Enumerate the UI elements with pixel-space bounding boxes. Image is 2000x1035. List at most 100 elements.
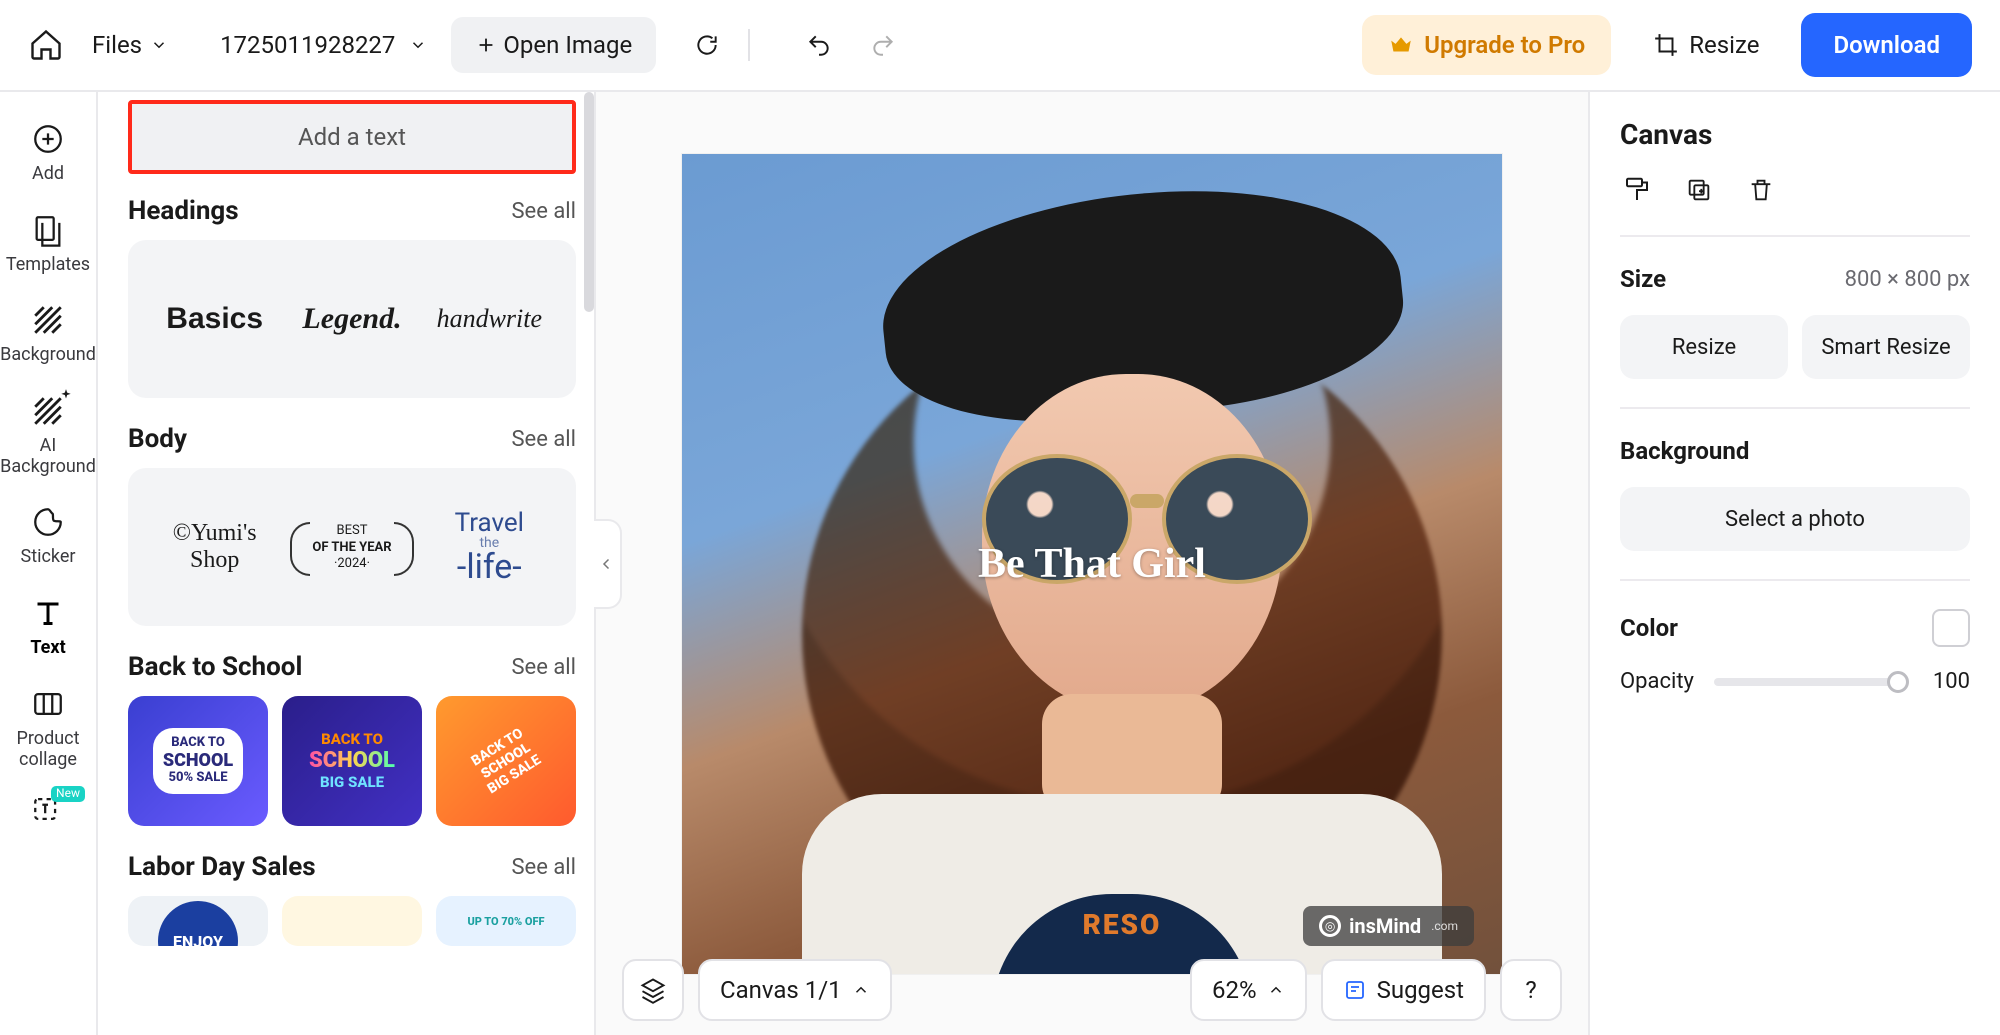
canvas-viewport[interactable]: RESO Be That Girl ◎ insMind.com — [596, 92, 1588, 1035]
opacity-slider[interactable] — [1714, 678, 1898, 686]
bts-tile-2[interactable]: BACK TO SCHOOL BIG SALE — [282, 696, 422, 826]
bts-tile-1[interactable]: BACK TO SCHOOL 50% SALE — [128, 696, 268, 826]
artboard[interactable]: RESO Be That Girl ◎ insMind.com — [682, 154, 1502, 974]
labor-tile-3[interactable]: UP TO 70% OFF — [436, 896, 576, 946]
open-image-button[interactable]: Open Image — [451, 17, 656, 73]
labor-tile-2[interactable] — [282, 896, 422, 946]
canvas-tool-row — [1620, 173, 1970, 207]
watermark-icon: ◎ — [1319, 915, 1341, 937]
help-label: ? — [1525, 976, 1536, 1004]
smart-resize-label: Smart Resize — [1821, 335, 1950, 360]
download-label: Download — [1833, 31, 1940, 59]
paint-format-icon[interactable] — [1620, 173, 1654, 207]
rail-item-templates[interactable]: Templates — [0, 201, 96, 286]
chevron-left-icon — [598, 555, 616, 573]
canvas-bottom-bar: Canvas 1/1 62% Suggest ? — [596, 959, 1588, 1021]
ai-hatch-icon — [29, 392, 67, 430]
headings-see-all[interactable]: See all — [511, 199, 576, 224]
bts-tile-3[interactable]: BACK TO SCHOOL BIG SALE — [436, 696, 576, 826]
hatch-icon — [29, 301, 67, 339]
bts2-l3: BIG SALE — [320, 774, 384, 791]
undo-button[interactable] — [806, 32, 832, 58]
resize-top-button[interactable]: Resize — [1653, 31, 1759, 59]
duplicate-icon[interactable] — [1682, 173, 1716, 207]
bts2-l1: BACK TO — [321, 731, 383, 748]
resize-button[interactable]: Resize — [1620, 315, 1788, 379]
rail-label: AI Background — [0, 436, 96, 477]
left-tool-rail: Add Templates Background AI Background S… — [0, 92, 98, 1035]
sparkle-icon — [59, 388, 73, 402]
zoom-control[interactable]: 62% — [1190, 959, 1307, 1021]
add-a-text-label: Add a text — [298, 123, 406, 151]
download-button[interactable]: Download — [1801, 13, 1972, 77]
sample-basics[interactable]: Basics — [146, 302, 283, 336]
help-button[interactable]: ? — [1500, 959, 1562, 1021]
divider — [1620, 407, 1970, 409]
slider-thumb[interactable] — [1887, 671, 1909, 693]
rail-item-ai-background[interactable]: AI Background — [0, 382, 96, 487]
bts-see-all[interactable]: See all — [511, 655, 576, 680]
upgrade-to-pro-button[interactable]: Upgrade to Pro — [1362, 15, 1611, 75]
right-inspector: Canvas Size 800 × 800 px Resize Smart Re… — [1588, 92, 2000, 1035]
home-icon[interactable] — [28, 27, 64, 63]
background-row: Background — [1620, 437, 1970, 465]
sample-travel-life[interactable]: Travel the -life- — [421, 510, 558, 584]
files-label: Files — [92, 31, 142, 59]
sample-legend[interactable]: Legend. — [283, 302, 420, 336]
body-see-all[interactable]: See all — [511, 427, 576, 452]
resize-btn-label: Resize — [1672, 335, 1736, 360]
separator — [748, 29, 750, 61]
rail-item-product-collage[interactable]: Product collage — [0, 675, 96, 780]
travel-mid: the — [421, 536, 558, 550]
crown-icon — [1388, 32, 1414, 58]
add-a-text-button[interactable]: Add a text — [128, 100, 576, 174]
rail-item-text[interactable]: Text — [0, 584, 96, 669]
body-section-header: Body See all — [128, 424, 576, 454]
collapse-panel-button[interactable] — [594, 519, 622, 609]
redo-button[interactable] — [870, 32, 896, 58]
rail-label: Background — [0, 345, 96, 366]
sample-best-of-year[interactable]: BEST OF THE YEAR ·2024· — [283, 522, 420, 572]
smart-resize-button[interactable]: Smart Resize — [1802, 315, 1970, 379]
canvas-pager[interactable]: Canvas 1/1 — [698, 959, 892, 1021]
rail-item-auto-text[interactable]: New — [0, 786, 96, 838]
open-image-label: Open Image — [503, 31, 632, 59]
text-panel: Add a text Headings See all Basics Legen… — [98, 92, 596, 1035]
watermark: ◎ insMind.com — [1303, 906, 1474, 946]
rail-item-sticker[interactable]: Sticker — [0, 493, 96, 578]
body-samples-card[interactable]: ©Yumi's Shop BEST OF THE YEAR ·2024· Tra… — [128, 468, 576, 626]
upgrade-label: Upgrade to Pro — [1424, 31, 1585, 59]
chevron-down-icon — [409, 36, 427, 54]
inspector-title: Canvas — [1620, 118, 1970, 151]
files-menu[interactable]: Files — [92, 31, 168, 59]
size-value: 800 × 800 px — [1845, 267, 1970, 292]
sample-handwrite[interactable]: handwrite — [421, 304, 558, 334]
delete-icon[interactable] — [1744, 173, 1778, 207]
panel-scrollbar[interactable] — [584, 92, 594, 312]
labor-see-all[interactable]: See all — [511, 855, 576, 880]
rail-item-background[interactable]: Background — [0, 291, 96, 376]
resize-top-label: Resize — [1689, 31, 1759, 59]
canvas-text-overlay[interactable]: Be That Girl — [978, 540, 1206, 588]
background-label: Background — [1620, 437, 1749, 465]
sync-icon[interactable] — [694, 32, 720, 58]
layers-button[interactable] — [622, 959, 684, 1021]
rail-item-add[interactable]: Add — [0, 110, 96, 195]
select-photo-button[interactable]: Select a photo — [1620, 487, 1970, 551]
layers-icon — [639, 976, 667, 1004]
rail-label: Sticker — [21, 547, 76, 568]
chevron-down-icon — [150, 36, 168, 54]
labor-tile-1[interactable]: ENJOY — [128, 896, 268, 946]
watermark-domain: .com — [1431, 919, 1458, 933]
suggest-button[interactable]: Suggest — [1321, 959, 1486, 1021]
opacity-row: Opacity 100 — [1620, 669, 1970, 694]
sample-yumis[interactable]: ©Yumi's Shop — [146, 520, 283, 574]
plus-circle-icon — [29, 120, 67, 158]
color-label: Color — [1620, 614, 1678, 642]
color-swatch[interactable] — [1932, 609, 1970, 647]
headings-samples-card[interactable]: Basics Legend. handwrite — [128, 240, 576, 398]
labor-enjoy: ENJOY — [158, 901, 238, 946]
bts1-l2: SCHOOL — [163, 750, 233, 771]
divider — [1620, 579, 1970, 581]
document-name-dropdown[interactable]: 1725011928227 — [220, 31, 427, 59]
